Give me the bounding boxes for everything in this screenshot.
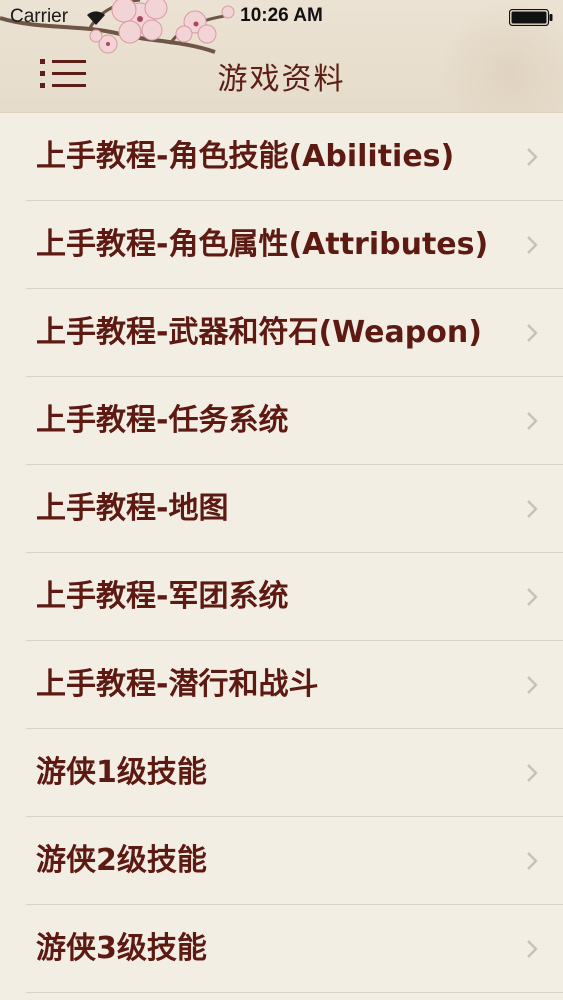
navigation-header: Carrier 10:26 AM 游戏资料 — [0, 0, 563, 113]
list-item[interactable]: 上手教程-任务系统 — [0, 377, 563, 465]
list-item-label: 上手教程-潜行和战斗 — [36, 667, 319, 702]
list-item-label: 上手教程-地图 — [36, 491, 229, 526]
list-item[interactable]: 上手教程-潜行和战斗 — [0, 641, 563, 729]
chevron-right-icon — [527, 588, 538, 606]
list-item[interactable]: 游侠2级技能 — [0, 817, 563, 905]
app-screen: Carrier 10:26 AM 游戏资料 上手教程-角色技能(Abilitie… — [0, 0, 563, 1000]
battery-icon — [509, 9, 553, 26]
list-item[interactable]: 上手教程-角色属性(Attributes) — [0, 201, 563, 289]
list-item-label: 上手教程-武器和符石(Weapon) — [36, 315, 482, 350]
chevron-right-icon — [527, 324, 538, 342]
list-item-label: 游侠2级技能 — [36, 843, 207, 878]
list-item[interactable]: 上手教程-角色技能(Abilities) — [0, 113, 563, 201]
clock-time: 10:26 AM — [240, 5, 323, 26]
list-item[interactable]: 上手教程-地图 — [0, 465, 563, 553]
page-title: 游戏资料 — [217, 62, 346, 97]
chevron-right-icon — [527, 764, 538, 782]
status-bar: Carrier 10:26 AM — [0, 0, 563, 36]
list-item[interactable]: 上手教程-军团系统 — [0, 553, 563, 641]
list-item-label: 游侠1级技能 — [36, 755, 207, 790]
chevron-right-icon — [527, 676, 538, 694]
list-item[interactable]: 上手教程-武器和符石(Weapon) — [0, 289, 563, 377]
chevron-right-icon — [527, 500, 538, 518]
chevron-right-icon — [527, 236, 538, 254]
row-separator — [26, 992, 563, 993]
list-item-label: 上手教程-角色技能(Abilities) — [36, 139, 455, 174]
list-item[interactable]: 游侠3级技能 — [0, 905, 563, 993]
list-item-label: 游侠3级技能 — [36, 931, 207, 966]
chevron-right-icon — [527, 852, 538, 870]
chevron-right-icon — [527, 412, 538, 430]
list-item[interactable]: 游侠1级技能 — [0, 729, 563, 817]
list-item-label: 上手教程-角色属性(Attributes) — [36, 227, 489, 262]
list-item-label: 上手教程-军团系统 — [36, 579, 289, 614]
chevron-right-icon — [527, 148, 538, 166]
chevron-right-icon — [527, 940, 538, 958]
game-info-list: 上手教程-角色技能(Abilities) 上手教程-角色属性(Attribute… — [0, 113, 563, 993]
list-item-label: 上手教程-任务系统 — [36, 403, 289, 438]
